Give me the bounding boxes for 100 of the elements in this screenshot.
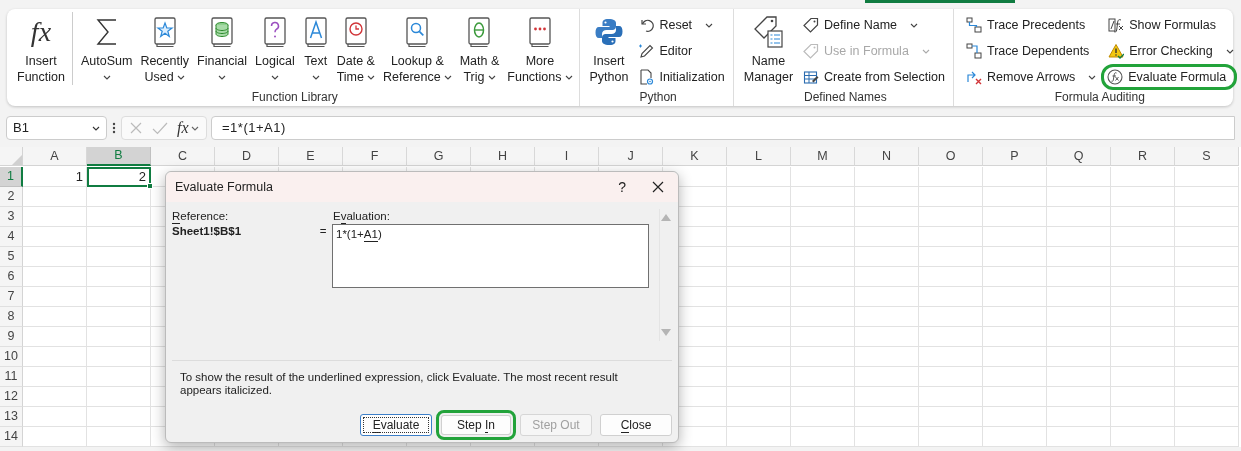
table-cell[interactable]	[1047, 407, 1111, 427]
table-cell[interactable]	[919, 187, 983, 207]
table-cell[interactable]	[87, 347, 151, 367]
table-cell[interactable]	[919, 327, 983, 347]
row-header[interactable]: 1	[0, 167, 23, 187]
column-header[interactable]: N	[855, 147, 919, 166]
row-header[interactable]: 8	[0, 307, 23, 327]
table-cell[interactable]	[919, 367, 983, 387]
table-cell[interactable]: 2	[87, 167, 151, 187]
table-cell[interactable]	[791, 407, 855, 427]
column-header[interactable]: B	[87, 147, 151, 166]
table-cell[interactable]	[1111, 367, 1175, 387]
table-cell[interactable]	[919, 167, 983, 187]
table-cell[interactable]	[1175, 287, 1239, 307]
table-cell[interactable]	[1111, 387, 1175, 407]
table-cell[interactable]	[855, 227, 919, 247]
table-cell[interactable]	[1175, 267, 1239, 287]
table-cell[interactable]	[919, 307, 983, 327]
table-cell[interactable]	[727, 307, 791, 327]
row-header[interactable]: 5	[0, 247, 23, 267]
ribbon-button[interactable]: Logical	[252, 12, 298, 85]
table-cell[interactable]	[983, 287, 1047, 307]
row-header[interactable]: 11	[0, 367, 23, 387]
table-cell[interactable]	[983, 347, 1047, 367]
table-cell[interactable]	[855, 267, 919, 287]
table-cell[interactable]	[983, 187, 1047, 207]
ribbon-button[interactable]: Reset	[635, 13, 728, 37]
ribbon-button[interactable]: Trace Dependents	[963, 39, 1100, 63]
column-header[interactable]: G	[407, 147, 471, 166]
table-cell[interactable]	[727, 227, 791, 247]
table-cell[interactable]	[791, 307, 855, 327]
table-cell[interactable]	[919, 247, 983, 267]
table-cell[interactable]	[1175, 367, 1239, 387]
table-cell[interactable]	[87, 187, 151, 207]
row-header[interactable]: 6	[0, 267, 23, 287]
table-cell[interactable]	[791, 287, 855, 307]
row-header[interactable]: 7	[0, 287, 23, 307]
table-cell[interactable]	[855, 287, 919, 307]
table-cell[interactable]	[87, 267, 151, 287]
insert-function-button[interactable]: fx	[177, 116, 199, 140]
table-cell[interactable]	[919, 207, 983, 227]
column-header[interactable]: A	[23, 147, 87, 166]
table-cell[interactable]	[983, 247, 1047, 267]
table-cell[interactable]	[1111, 347, 1175, 367]
column-header[interactable]: D	[215, 147, 279, 166]
table-cell[interactable]	[23, 347, 87, 367]
ribbon-button[interactable]: Date & Time	[333, 12, 378, 85]
close-icon[interactable]	[652, 181, 664, 193]
table-cell[interactable]	[87, 367, 151, 387]
table-cell[interactable]	[983, 267, 1047, 287]
column-header[interactable]: C	[151, 147, 215, 166]
table-cell[interactable]	[23, 427, 87, 447]
table-cell[interactable]	[1047, 287, 1111, 307]
ribbon-button[interactable]: Error Checking	[1105, 39, 1237, 63]
table-cell[interactable]	[1047, 307, 1111, 327]
table-cell[interactable]	[1047, 267, 1111, 287]
table-cell[interactable]	[23, 307, 87, 327]
table-cell[interactable]	[855, 327, 919, 347]
table-cell[interactable]	[727, 187, 791, 207]
table-cell[interactable]	[1111, 287, 1175, 307]
table-cell[interactable]	[727, 347, 791, 367]
table-cell[interactable]	[23, 187, 87, 207]
ribbon-button[interactable]: Evaluate Formula	[1101, 64, 1237, 90]
column-header[interactable]: J	[599, 147, 663, 166]
table-cell[interactable]	[23, 407, 87, 427]
ribbon-button[interactable]: Create from Selection	[800, 65, 948, 89]
ribbon-button[interactable]: More Functions	[504, 12, 576, 85]
help-button[interactable]: ?	[618, 176, 626, 198]
table-cell[interactable]	[1111, 187, 1175, 207]
table-cell[interactable]	[1047, 187, 1111, 207]
column-header[interactable]: O	[919, 147, 983, 166]
table-cell[interactable]	[983, 427, 1047, 447]
table-cell[interactable]	[1175, 247, 1239, 267]
ribbon-button[interactable]: Initialization	[635, 65, 728, 89]
ribbon-button[interactable]: Define Name	[800, 13, 948, 37]
ribbon-button[interactable]: Insert Python	[586, 12, 632, 85]
table-cell[interactable]	[855, 207, 919, 227]
ribbon-button[interactable]: Recently Used	[137, 12, 192, 85]
table-cell[interactable]	[855, 347, 919, 367]
table-cell[interactable]	[983, 207, 1047, 227]
table-cell[interactable]	[87, 407, 151, 427]
scrollbar[interactable]	[659, 209, 672, 341]
more-options-icon[interactable]	[111, 121, 117, 135]
table-cell[interactable]	[791, 167, 855, 187]
table-cell[interactable]	[855, 427, 919, 447]
table-cell[interactable]	[791, 207, 855, 227]
scroll-up-icon[interactable]	[661, 214, 671, 221]
table-cell[interactable]	[983, 387, 1047, 407]
table-cell[interactable]	[855, 367, 919, 387]
table-cell[interactable]	[1047, 327, 1111, 347]
table-cell[interactable]	[23, 387, 87, 407]
table-cell[interactable]	[1111, 227, 1175, 247]
table-cell[interactable]	[919, 387, 983, 407]
table-cell[interactable]	[919, 427, 983, 447]
table-cell[interactable]	[87, 247, 151, 267]
table-cell[interactable]	[983, 327, 1047, 347]
table-cell[interactable]	[1175, 427, 1239, 447]
table-cell[interactable]	[791, 347, 855, 367]
ribbon-button[interactable]: Financial	[194, 12, 251, 85]
table-cell[interactable]	[23, 227, 87, 247]
